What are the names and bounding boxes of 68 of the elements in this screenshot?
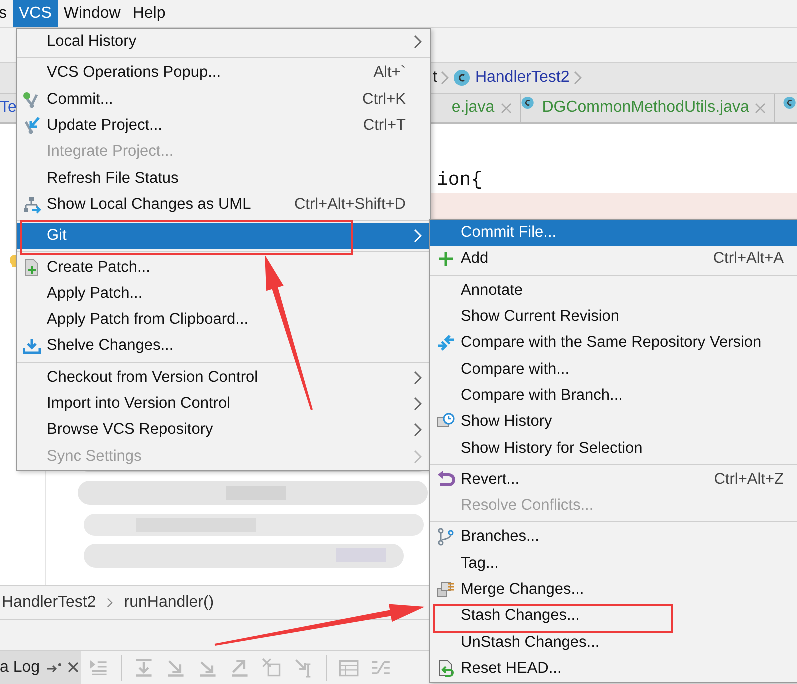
update-icon — [23, 117, 41, 136]
breadcrumb[interactable]: runHandler() — [124, 594, 214, 612]
keyboard-shortcut: Alt+` — [374, 64, 406, 82]
menu-item[interactable]: Tag... — [430, 550, 797, 577]
menu-item[interactable]: Shelve Changes... — [17, 333, 430, 360]
menu-item[interactable]: Annotate — [430, 278, 797, 304]
menu-item[interactable]: Show Current Revision — [430, 304, 797, 330]
plus-icon — [436, 250, 454, 268]
class-icon — [783, 94, 797, 112]
diagram-icon — [23, 196, 41, 214]
menu-item[interactable]: Reset HEAD... — [430, 656, 797, 682]
tool-window-tab[interactable]: a Log — [0, 651, 81, 684]
undo-arrow-icon — [436, 470, 454, 489]
menu-item[interactable]: Compare with... — [430, 356, 797, 383]
reset-file-icon — [436, 660, 454, 678]
menu-item[interactable]: Import into Version Control — [17, 390, 430, 418]
menu-item[interactable]: Stash Changes... — [430, 603, 797, 630]
chevron-icon — [106, 598, 114, 608]
arrow-down-right-icon[interactable] — [166, 658, 186, 678]
menu-item[interactable]: Create Patch... — [17, 254, 430, 281]
menu-item[interactable]: Show History — [430, 409, 797, 436]
keyboard-shortcut: Ctrl+T — [363, 117, 406, 136]
download-tray-icon — [23, 337, 41, 356]
branch-icon — [436, 528, 454, 546]
close-icon[interactable] — [68, 662, 80, 673]
menu-item[interactable]: Show History for Selection — [430, 435, 797, 462]
keyboard-shortcut: Ctrl+K — [362, 90, 406, 109]
crossed-frame-icon[interactable] — [262, 658, 282, 678]
menu-item[interactable]: Commit File... — [430, 220, 797, 246]
navigation-crumb[interactable]: t — [433, 69, 438, 87]
soft-wrap-icon[interactable] — [89, 658, 109, 678]
table-icon[interactable] — [339, 658, 359, 678]
menu-item[interactable]: Apply Patch from Clipboard... — [17, 306, 430, 334]
menu-item[interactable]: Compare with the Same Repository Version — [430, 330, 797, 356]
menu-item[interactable]: Compare with Branch... — [430, 382, 797, 410]
keyboard-shortcut: Ctrl+Alt+Shift+D — [294, 196, 406, 214]
menu-item[interactable]: UnStash Changes... — [430, 629, 797, 656]
menu-item[interactable]: Refresh File Status — [17, 165, 430, 192]
menu-item[interactable]: Add Ctrl+Alt+A — [430, 246, 797, 273]
compare-arrows-icon — [436, 334, 454, 352]
patch-file-icon — [23, 258, 41, 277]
class-icon — [520, 94, 534, 112]
chevron-icon — [574, 71, 582, 85]
scroll-to-end-icon[interactable] — [134, 658, 154, 678]
menu-item[interactable]: Revert... Ctrl+Alt+Z — [430, 466, 797, 493]
class-icon — [453, 69, 472, 87]
navigation-crumb[interactable]: HandlerTest2 — [475, 69, 570, 87]
menu-bar-item[interactable]: VCS — [13, 0, 58, 27]
menu-item[interactable]: Git — [17, 223, 430, 250]
merge-icon — [436, 581, 454, 599]
menu-item[interactable]: Checkout from Version Control — [17, 364, 430, 391]
menu-item[interactable]: Apply Patch... — [17, 280, 430, 307]
menu-item[interactable]: Branches... — [430, 524, 797, 551]
menu-item[interactable]: Local History — [17, 29, 430, 56]
breadcrumb[interactable]: HandlerTest2 — [2, 594, 96, 612]
menu-item[interactable]: Merge Changes... — [430, 576, 797, 604]
chevron-icon — [441, 71, 450, 85]
menu-item[interactable]: VCS Operations Popup... Alt+` — [17, 60, 430, 87]
menu-item[interactable]: Browse VCS Repository — [17, 417, 430, 444]
arrow-up-right-icon[interactable] — [230, 658, 250, 678]
keyboard-shortcut: Ctrl+Alt+A — [713, 250, 784, 268]
menu-item[interactable]: Show Local Changes as UML Ctrl+Alt+Shift+D — [17, 192, 430, 218]
menu-bar-item[interactable]: Help — [126, 0, 172, 27]
code-text: ion{ — [437, 169, 483, 191]
pin-icon[interactable] — [46, 662, 62, 674]
menu-bar-item[interactable]: Window — [58, 0, 127, 27]
keyboard-shortcut: Ctrl+Alt+Z — [714, 470, 784, 489]
commit-icon — [23, 90, 41, 109]
